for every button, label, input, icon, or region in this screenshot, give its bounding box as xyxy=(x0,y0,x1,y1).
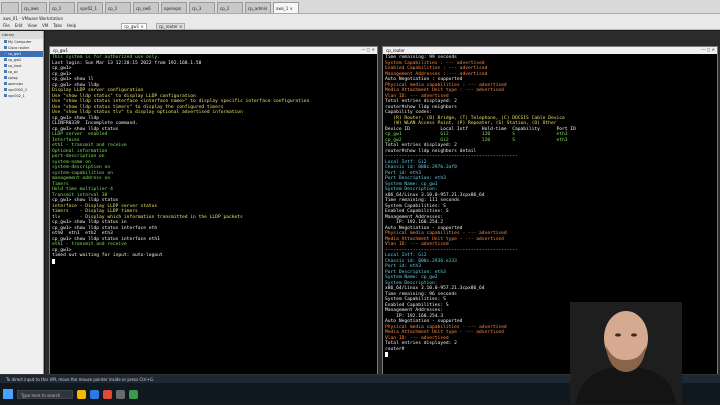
vm-icon xyxy=(4,58,7,61)
terminal-cursor xyxy=(52,258,55,264)
vm-icon xyxy=(4,64,7,67)
menu-item-vm[interactable]: VM xyxy=(42,23,48,30)
browser-tab[interactable] xyxy=(1,2,19,13)
browser-tab-strip: cp_aws cp_1 vpn02_1 cp_1 cp_sw6 openvpn cp_3 cp… xyxy=(0,0,720,14)
library-item-label: cplog xyxy=(8,76,18,80)
library-item[interactable]: vpc002_1 xyxy=(0,93,43,99)
library-item-label: cp_gw2 xyxy=(8,58,22,62)
vm-icon xyxy=(4,52,7,55)
browser-tab[interactable]: cp_2 xyxy=(217,2,243,13)
terminal-line: timed out waiting for input: auto-logout xyxy=(52,253,163,258)
browser-tab[interactable]: cp_sw6 xyxy=(133,2,159,13)
search-box[interactable]: Type here to search xyxy=(17,389,73,399)
browser-tab[interactable]: vpn02_1 xyxy=(77,2,103,13)
menu-item-help[interactable]: Help xyxy=(67,23,76,30)
library-header: Library xyxy=(0,31,43,39)
left-terminal-output[interactable]: This system is for authorized use only. L… xyxy=(50,54,377,377)
library-item-label: Cisco router xyxy=(8,46,30,50)
menu-item-edit[interactable]: Edit xyxy=(15,23,23,30)
library-item-label: My Computer xyxy=(8,40,32,44)
browser-tab[interactable]: cp_aws xyxy=(21,2,47,13)
vm-icon xyxy=(4,40,7,43)
terminal-app-icon[interactable] xyxy=(129,389,138,399)
library-item-label: cp_gw1 xyxy=(8,52,22,56)
vm-icon xyxy=(4,82,7,85)
terminal-cursor xyxy=(385,352,388,357)
library-item-label: openvpn xyxy=(8,82,24,86)
vm-icon xyxy=(4,88,7,91)
library-panel: Library My Computer Cisco router cp_gw1 cp_… xyxy=(0,31,44,374)
window-title: aws_01 - VMware Workstation xyxy=(3,16,63,21)
library-item-label: vpc002_1 xyxy=(8,94,25,98)
chrome-icon[interactable] xyxy=(103,389,112,399)
left-terminal-window[interactable]: cp_gw1 — ▢ ✕ This system is for authoriz… xyxy=(49,46,378,378)
browser-tab[interactable]: cp_1 xyxy=(49,2,75,13)
menu-item-file[interactable]: File xyxy=(3,23,10,30)
vm-icon xyxy=(4,70,7,73)
vmware-titlebar: aws_01 - VMware Workstation File Edit View… xyxy=(0,14,720,30)
library-item-label: cp_host xyxy=(8,64,22,68)
start-button[interactable] xyxy=(3,389,13,399)
browser-tab[interactable]: cp_admin xyxy=(245,2,271,13)
menu-bar: File Edit View VM Tabs Help cp_gw1 × cp_router … xyxy=(3,23,717,30)
file-explorer-icon[interactable] xyxy=(77,389,86,399)
library-items: My Computer Cisco router cp_gw1 cp_gw2 cp_ho… xyxy=(0,39,43,99)
browser-tab[interactable]: openvpn xyxy=(161,2,187,13)
browser-tab[interactable]: aws_1 × xyxy=(273,2,299,13)
browser-tab[interactable]: cp_1 xyxy=(105,2,131,13)
vm-icon xyxy=(4,76,7,79)
library-item-label: cp_pc xyxy=(8,70,19,74)
window-controls[interactable]: — ▢ ✕ xyxy=(701,47,715,52)
left-terminal-title: cp_gw1 xyxy=(53,48,69,53)
window-controls[interactable]: — ▢ ✕ xyxy=(361,47,375,52)
vm-tab[interactable]: cp_router × xyxy=(155,23,186,30)
menu-item-view[interactable]: View xyxy=(27,23,37,30)
right-terminal-titlebar[interactable]: cp_router — ▢ ✕ xyxy=(383,47,717,54)
browser-tab[interactable]: cp_3 xyxy=(189,2,215,13)
presenter-webcam xyxy=(570,302,682,404)
library-item-label: vpc0002_1 xyxy=(8,88,28,92)
right-terminal-title: cp_router xyxy=(386,48,405,53)
menu-item-tabs[interactable]: Tabs xyxy=(53,23,62,30)
vm-tab[interactable]: cp_gw1 × xyxy=(121,23,147,30)
edge-icon[interactable] xyxy=(90,389,99,399)
left-terminal-titlebar[interactable]: cp_gw1 — ▢ ✕ xyxy=(50,47,377,54)
vm-icon xyxy=(4,94,7,97)
vm-icon xyxy=(4,46,7,49)
vmware-icon[interactable] xyxy=(116,389,125,399)
